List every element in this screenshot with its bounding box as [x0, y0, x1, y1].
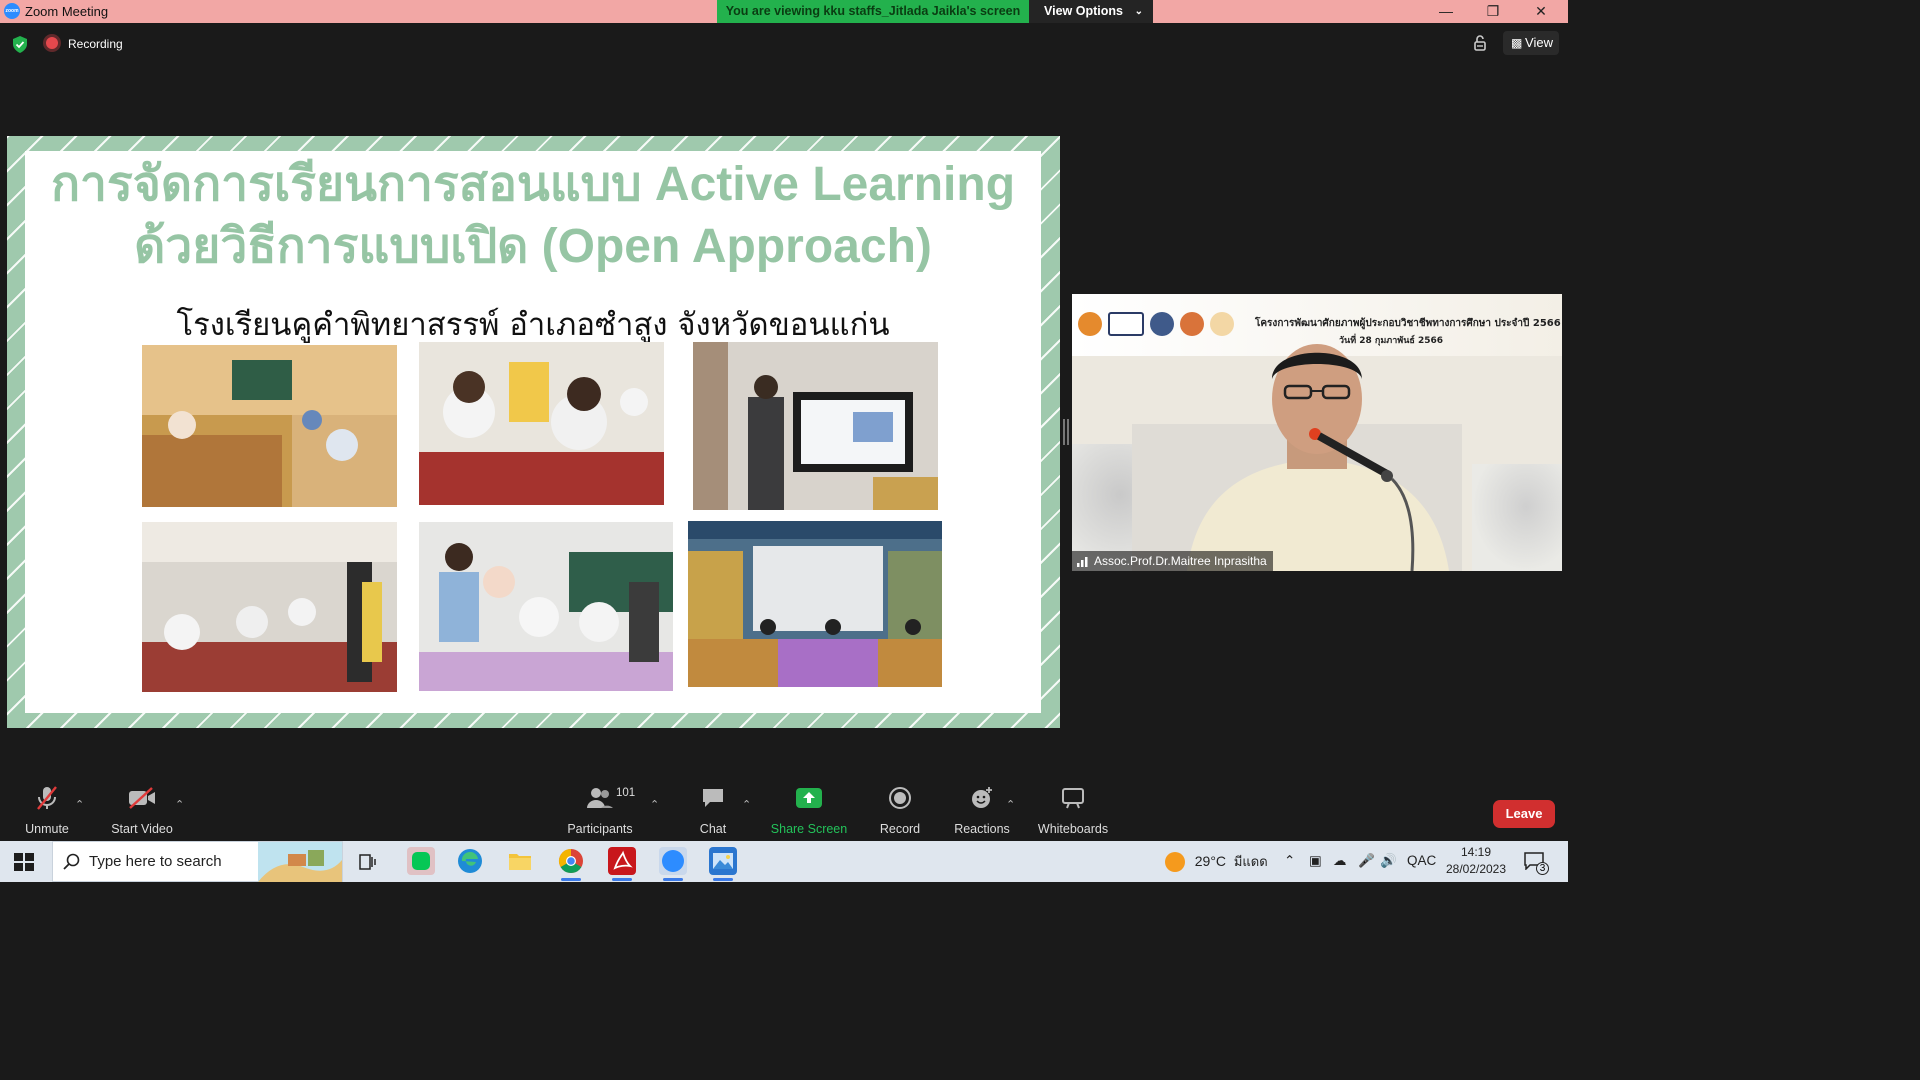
- close-button[interactable]: ✕: [1518, 0, 1564, 23]
- kku-logo-icon: [1078, 312, 1102, 336]
- zoom-app-icon[interactable]: [659, 847, 687, 881]
- acrobat-reader-icon[interactable]: [608, 847, 636, 881]
- participants-button[interactable]: 101 Participants: [563, 783, 637, 836]
- view-label: View: [1525, 35, 1553, 50]
- app-title: zoom Zoom Meeting: [4, 3, 108, 19]
- reactions-emoji-icon: [972, 787, 992, 808]
- notification-count-badge: 3: [1536, 862, 1549, 875]
- sun-icon: [1165, 852, 1185, 873]
- start-video-label: Start Video: [111, 822, 173, 836]
- conference-photo: [688, 521, 942, 687]
- shared-screen: การจัดการเรียนการสอนแบบ Active Learning …: [7, 136, 1060, 728]
- slide-title-line2: ด้วยวิธีการแบบเปิด (Open Approach): [134, 220, 932, 273]
- participants-count: 101: [616, 787, 636, 799]
- view-options-label: View Options: [1044, 4, 1123, 18]
- panel-resize-handle[interactable]: [1063, 419, 1069, 445]
- slide-title-line1: การจัดการเรียนการสอนแบบ Active Learning: [50, 158, 1016, 211]
- line-app-icon[interactable]: [407, 847, 435, 875]
- layout-toggle-icon[interactable]: [1470, 33, 1490, 53]
- chrome-browser-icon[interactable]: [557, 847, 585, 881]
- audio-options-caret-icon[interactable]: ⌃: [75, 798, 84, 811]
- security-shield-icon[interactable]: [12, 36, 28, 53]
- chat-caret-icon[interactable]: ⌃: [742, 798, 751, 811]
- backdrop-tree-right: [1472, 464, 1562, 571]
- recording-dot-icon: [46, 37, 58, 49]
- whiteboards-button[interactable]: Whiteboards: [1036, 783, 1110, 836]
- classroom-photo-4: [142, 522, 397, 692]
- chat-label: Chat: [699, 822, 727, 836]
- whiteboards-label: Whiteboards: [1037, 822, 1109, 836]
- reactions-label: Reactions: [954, 822, 1010, 836]
- record-button[interactable]: Record: [878, 783, 922, 836]
- record-icon: [889, 787, 911, 809]
- edge-browser-icon[interactable]: [456, 847, 484, 875]
- title-bar: zoom Zoom Meeting You are viewing kku st…: [0, 0, 1568, 23]
- unmute-label: Unmute: [25, 822, 69, 836]
- share-screen-button[interactable]: Share Screen: [770, 783, 848, 836]
- reactions-button[interactable]: Reactions: [953, 783, 1011, 836]
- start-video-button[interactable]: Start Video: [108, 783, 176, 836]
- tray-overflow-chevron-icon[interactable]: ⌃: [1284, 853, 1295, 869]
- students-working-photo: [419, 522, 673, 691]
- nite-logo-icon: [1108, 312, 1144, 336]
- participants-caret-icon[interactable]: ⌃: [650, 798, 659, 811]
- search-highlight-illustration: [258, 842, 342, 882]
- taskbar-search-box[interactable]: Type here to search: [52, 841, 343, 882]
- weather-condition: มีแดด: [1233, 855, 1268, 870]
- participant-name: Assoc.Prof.Dr.Maitree Inprasitha: [1094, 554, 1267, 568]
- view-button[interactable]: ▩ View: [1503, 31, 1559, 55]
- meet-now-icon[interactable]: ▣: [1309, 853, 1322, 869]
- search-placeholder: Type here to search: [89, 853, 222, 870]
- speaker-figure: [1187, 344, 1449, 571]
- view-grid-icon: ▩: [1511, 36, 1523, 50]
- windows-taskbar: Type here to search 29°C มีแดด ⌃ ▣ ☁ 🎤 🔊…: [0, 841, 1568, 882]
- slide-content: การจัดการเรียนการสอนแบบ Active Learning …: [25, 151, 1041, 713]
- seal-logo-icon: [1150, 312, 1174, 336]
- video-options-caret-icon[interactable]: ⌃: [175, 798, 184, 811]
- weather-temperature: 29°C: [1194, 853, 1227, 869]
- chat-bubble-icon: [703, 789, 723, 807]
- taskbar-clock[interactable]: 14:19 28/02/2023: [1444, 844, 1508, 878]
- clock-time: 14:19: [1460, 845, 1492, 859]
- leave-button[interactable]: Leave: [1493, 800, 1555, 828]
- view-options-button[interactable]: View Options ⌄: [1029, 0, 1153, 23]
- participants-label: Participants: [567, 822, 633, 836]
- restore-button[interactable]: ❐: [1470, 0, 1516, 23]
- classroom-photo-1: [142, 345, 397, 507]
- search-icon: [63, 853, 80, 870]
- classroom-photo-2: [419, 342, 664, 505]
- microphone-muted-icon: [37, 786, 57, 810]
- weather-widget[interactable]: 29°C มีแดด: [1165, 851, 1268, 873]
- unmute-button[interactable]: Unmute: [20, 783, 74, 836]
- reactions-caret-icon[interactable]: ⌃: [1006, 798, 1015, 811]
- signal-bars-icon: [1077, 557, 1088, 567]
- share-screen-icon: [796, 788, 822, 808]
- speaker-volume-icon[interactable]: 🔊: [1380, 853, 1397, 869]
- notification-center-button[interactable]: 3: [1524, 852, 1549, 875]
- window-title: Zoom Meeting: [25, 3, 109, 19]
- participant-video[interactable]: โครงการพัฒนาศักยภาพผู้ประกอบวิชาชีพทางกา…: [1072, 294, 1562, 571]
- zoom-logo-icon: zoom: [4, 3, 20, 19]
- windows-start-icon[interactable]: [14, 853, 34, 871]
- input-method-indicator[interactable]: QAC: [1407, 853, 1436, 868]
- onedrive-cloud-icon[interactable]: ☁: [1333, 853, 1347, 869]
- whiteboard-icon: [1062, 788, 1084, 809]
- clock-date: 28/02/2023: [1445, 862, 1507, 876]
- record-label: Record: [879, 822, 921, 836]
- viewing-banner: You are viewing kku staffs_Jitlada Jaikl…: [717, 0, 1029, 23]
- video-off-icon: [129, 787, 155, 809]
- participants-icon: [587, 788, 613, 808]
- recording-label[interactable]: Recording: [68, 37, 123, 51]
- chat-button[interactable]: Chat: [692, 783, 734, 836]
- file-explorer-icon[interactable]: [506, 847, 534, 875]
- meeting-toolbar: Unmute ⌃ Start Video ⌃ 101 Participants …: [0, 783, 1568, 840]
- participant-name-tag: Assoc.Prof.Dr.Maitree Inprasitha: [1072, 551, 1273, 571]
- share-screen-label: Share Screen: [770, 822, 848, 836]
- chevron-down-icon: ⌄: [1134, 6, 1143, 17]
- task-view-icon[interactable]: [358, 853, 376, 871]
- teacher-presenting-photo: [693, 342, 938, 510]
- minimize-button[interactable]: —: [1423, 0, 1469, 23]
- photos-app-icon[interactable]: [709, 847, 737, 881]
- microphone-tray-icon[interactable]: 🎤: [1358, 853, 1375, 869]
